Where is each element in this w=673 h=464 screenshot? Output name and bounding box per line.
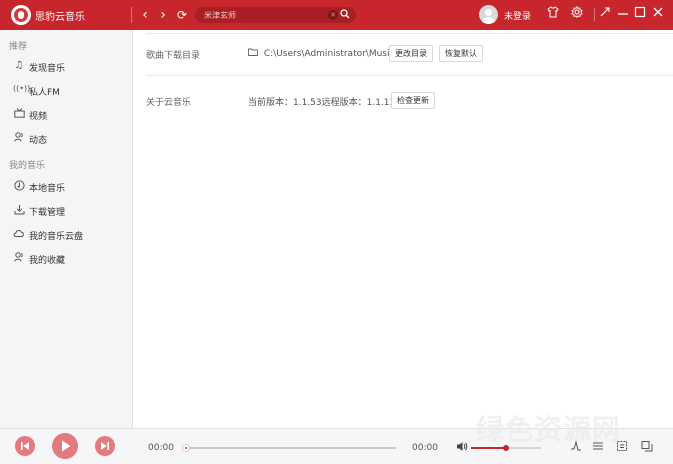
download-dir-path-text: C:\Users\Administrator\Music bbox=[263, 49, 395, 59]
folder-icon bbox=[248, 48, 261, 59]
queue-icon[interactable] bbox=[640, 440, 654, 455]
play-icon bbox=[52, 433, 78, 459]
sidebar-item-label: 我的收藏 bbox=[29, 256, 66, 266]
lyrics-icon[interactable] bbox=[615, 440, 629, 455]
playlist-icon[interactable] bbox=[591, 440, 605, 455]
radio-icon: ((•)) bbox=[13, 84, 31, 93]
sidebar-item-download-manager[interactable]: 下载管理 bbox=[13, 203, 128, 219]
sidebar-item-personal-fm[interactable]: ((•)) 私人FM bbox=[13, 83, 128, 99]
volume-knob[interactable] bbox=[503, 445, 509, 451]
search-icon[interactable] bbox=[340, 8, 350, 23]
reset-default-button[interactable]: 恢复默认 bbox=[439, 45, 483, 62]
friends-icon bbox=[13, 132, 25, 145]
sidebar-item-label: 视频 bbox=[29, 112, 48, 122]
progress-slider[interactable] bbox=[182, 444, 396, 452]
sidebar-item-video[interactable]: 视频 bbox=[13, 107, 128, 123]
settings-divider bbox=[146, 33, 673, 34]
app-logo-icon bbox=[11, 5, 31, 25]
volume-icon[interactable] bbox=[456, 441, 468, 455]
settings-panel: 歌曲下载目录 C:\Users\Administrator\Music 更改目录… bbox=[134, 30, 673, 428]
sidebar-item-music-cloud[interactable]: 我的音乐云盘 bbox=[13, 227, 128, 243]
about-label: 关于云音乐 bbox=[146, 98, 192, 108]
forward-icon[interactable]: › bbox=[155, 6, 171, 24]
volume-level bbox=[471, 447, 506, 449]
sidebar-item-label: 下载管理 bbox=[29, 208, 66, 218]
change-dir-button[interactable]: 更改目录 bbox=[389, 45, 433, 62]
close-icon[interactable] bbox=[650, 6, 666, 24]
previous-track-button[interactable] bbox=[15, 436, 35, 456]
sidebar-item-label: 本地音乐 bbox=[29, 184, 66, 194]
sidebar-item-label: 动态 bbox=[29, 136, 48, 146]
download-dir-label: 歌曲下载目录 bbox=[146, 51, 201, 61]
maximize-icon[interactable] bbox=[632, 6, 648, 24]
sidebar: 推荐 ♫ 发现音乐 ((•)) 私人FM 视频 动态 我的音乐 本地音乐 下载管… bbox=[0, 30, 133, 428]
avatar[interactable] bbox=[479, 5, 498, 24]
total-time: 00:00 bbox=[412, 443, 438, 453]
progress-knob[interactable] bbox=[182, 444, 190, 452]
minimize-icon[interactable] bbox=[615, 6, 631, 24]
next-track-button[interactable] bbox=[95, 436, 115, 456]
next-icon bbox=[95, 436, 115, 456]
cloud-icon bbox=[13, 228, 25, 241]
search-box[interactable]: ✕ bbox=[195, 7, 356, 23]
settings-divider bbox=[146, 75, 673, 76]
nav-divider bbox=[131, 7, 132, 23]
play-button[interactable] bbox=[52, 433, 78, 459]
login-link[interactable]: 未登录 bbox=[504, 9, 531, 22]
mini-mode-icon[interactable] bbox=[597, 6, 613, 24]
sidebar-section-my-music: 我的音乐 bbox=[9, 161, 46, 171]
sound-effect-icon[interactable] bbox=[569, 440, 583, 455]
video-icon bbox=[13, 108, 25, 121]
check-update-button[interactable]: 检查更新 bbox=[391, 92, 435, 109]
titlebar-divider bbox=[594, 8, 595, 21]
app-title: 思豹云音乐 bbox=[35, 12, 85, 23]
sidebar-section-recommend: 推荐 bbox=[9, 42, 28, 52]
sidebar-item-local-music[interactable]: 本地音乐 bbox=[13, 179, 128, 195]
volume-slider[interactable] bbox=[471, 445, 541, 451]
sidebar-item-label: 我的音乐云盘 bbox=[29, 232, 84, 242]
user-collection-icon bbox=[13, 252, 25, 265]
sidebar-item-friends[interactable]: 动态 bbox=[13, 131, 128, 147]
clear-search-icon[interactable]: ✕ bbox=[328, 10, 338, 20]
refresh-icon[interactable]: ⟳ bbox=[174, 6, 190, 24]
sidebar-item-label: 发现音乐 bbox=[29, 64, 66, 74]
current-time: 00:00 bbox=[148, 443, 174, 453]
player-bar: 00:00 00:00 bbox=[0, 428, 673, 464]
music-note-icon: ♫ bbox=[14, 60, 24, 71]
skin-icon[interactable] bbox=[545, 6, 561, 24]
version-text: 当前版本：1.1.53远程版本：1.1.13 bbox=[248, 98, 396, 108]
disc-icon bbox=[13, 180, 25, 194]
previous-icon bbox=[15, 436, 35, 456]
gear-icon[interactable] bbox=[569, 5, 585, 24]
sidebar-item-my-collection[interactable]: 我的收藏 bbox=[13, 251, 128, 267]
sidebar-item-label: 私人FM bbox=[29, 88, 60, 98]
back-icon[interactable]: ‹ bbox=[137, 6, 153, 24]
download-icon bbox=[13, 204, 25, 218]
sidebar-item-discover-music[interactable]: ♫ 发现音乐 bbox=[13, 59, 128, 75]
title-bar: 思豹云音乐 ‹ › ⟳ ✕ 未登录 bbox=[0, 0, 673, 30]
search-input[interactable] bbox=[204, 8, 324, 22]
download-dir-path: C:\Users\Administrator\Music bbox=[248, 48, 394, 59]
